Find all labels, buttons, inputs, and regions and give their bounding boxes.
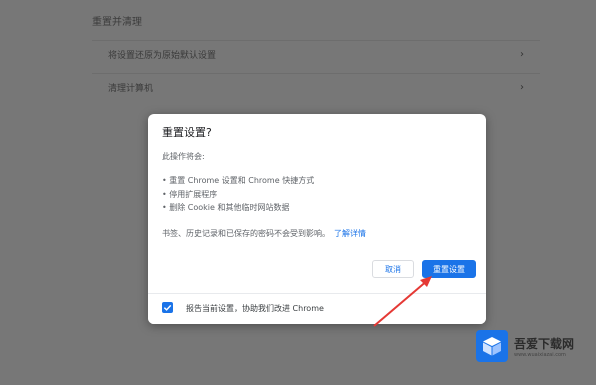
list-item: • 删除 Cookie 和其他临时网站数据: [162, 203, 290, 212]
checkmark-icon: [163, 304, 172, 311]
chevron-right-icon: ›: [520, 82, 524, 93]
clean-computer-row[interactable]: 清理计算机 ›: [92, 73, 540, 101]
list-item: • 停用扩展程序: [162, 189, 218, 199]
dialog-title: 重置设置?: [162, 126, 212, 139]
restore-defaults-row[interactable]: 将设置还原为原始默认设置 ›: [92, 40, 540, 68]
red-arrow-annotation: [373, 276, 432, 327]
cube-logo-icon: [476, 330, 508, 362]
watermark-url: www.wuaixiazai.com: [514, 351, 566, 358]
dialog-note: 书签、历史记录和已保存的密码不会受到影响。 了解详情: [162, 228, 366, 239]
effects-list: • 重置 Chrome 设置和 Chrome 快捷方式 • 停用扩展程序 • 删…: [162, 174, 314, 215]
report-settings-label: 报告当前设置，协助我们改进 Chrome: [186, 304, 324, 313]
chevron-right-icon: ›: [520, 49, 524, 60]
row-label: 清理计算机: [108, 84, 154, 94]
watermark-name: 吾爱下载网: [514, 336, 575, 351]
note-text: 书签、历史记录和已保存的密码不会受到影响。: [162, 229, 330, 238]
section-title: 重置并清理: [92, 17, 142, 28]
report-settings-checkbox[interactable]: [162, 302, 173, 313]
site-watermark: 吾爱下载网 www.wuaixiazai.com: [476, 329, 592, 363]
dialog-intro: 此操作将会:: [162, 152, 205, 161]
learn-more-link[interactable]: 了解详情: [334, 229, 366, 238]
row-label: 将设置还原为原始默认设置: [108, 51, 217, 61]
list-item: • 重置 Chrome 设置和 Chrome 快捷方式: [162, 176, 315, 185]
